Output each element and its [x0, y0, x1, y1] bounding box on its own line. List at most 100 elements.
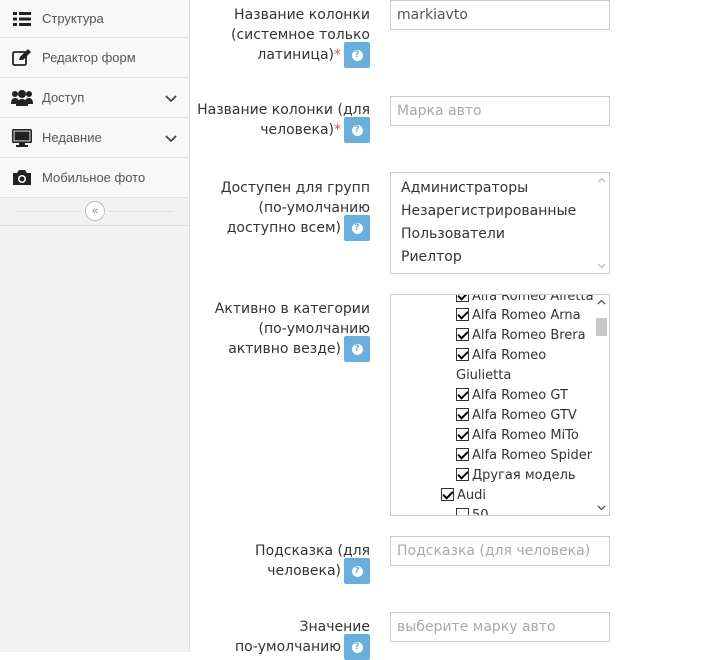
- chevron-down-icon[interactable]: [165, 132, 177, 144]
- scrollbar[interactable]: [594, 173, 609, 273]
- category-label: Alfa Romeo MiTo: [472, 428, 579, 443]
- help-button[interactable]: ?: [344, 336, 370, 362]
- chevron-down-icon[interactable]: [165, 92, 177, 104]
- help-button[interactable]: ?: [344, 634, 370, 660]
- monitor-icon: [11, 128, 33, 148]
- groups-label: Доступен для групп (по-умолчанию доступн…: [221, 178, 370, 241]
- category-item[interactable]: Alfa Romeo: [456, 347, 546, 365]
- checkbox[interactable]: [456, 388, 469, 401]
- group-option[interactable]: Незарегистрированные: [401, 203, 576, 219]
- sidebar-item-label: Недавние: [42, 130, 102, 145]
- category-item[interactable]: Alfa Romeo GT: [456, 387, 568, 405]
- default-value-label: Значение по-умолчанию?: [235, 617, 370, 660]
- category-item[interactable]: Alfa Romeo Alfetta: [456, 294, 594, 306]
- checkbox[interactable]: [456, 508, 469, 515]
- sidebar: Структура Редактор форм Доступ Недавние …: [0, 0, 190, 652]
- checkbox[interactable]: [456, 328, 469, 341]
- category-label-wrap: Giulietta: [456, 368, 512, 383]
- scroll-up-icon[interactable]: [597, 298, 606, 307]
- sidebar-item-mobile-photo[interactable]: Мобильное фото: [0, 158, 189, 198]
- checkbox[interactable]: [456, 468, 469, 481]
- category-item[interactable]: 50: [456, 507, 489, 516]
- default-value-input[interactable]: [390, 612, 610, 642]
- label-line: по-умолчанию: [234, 639, 341, 655]
- question-icon: ?: [351, 49, 363, 61]
- system-name-label: Название колонки (системное только латин…: [231, 5, 370, 68]
- sidebar-item-structure[interactable]: Структура: [0, 0, 189, 38]
- scrollbar[interactable]: [594, 295, 609, 515]
- help-button[interactable]: ?: [344, 42, 370, 68]
- category-item[interactable]: Alfa Romeo Spider: [456, 447, 592, 465]
- category-item[interactable]: Audi: [441, 487, 486, 505]
- label-line: человека): [267, 563, 341, 579]
- label-line: латиница): [257, 47, 334, 63]
- sidebar-collapse-button[interactable]: «: [85, 201, 105, 221]
- sidebar-item-label: Структура: [42, 11, 104, 26]
- scroll-down-icon[interactable]: [597, 261, 606, 270]
- label-line: человека): [260, 122, 334, 138]
- human-name-label: Название колонки (для человека)*?: [197, 100, 370, 143]
- required-mark: *: [334, 47, 341, 63]
- system-name-input[interactable]: [390, 0, 610, 30]
- human-name-input[interactable]: [390, 96, 610, 126]
- category-label: Alfa Romeo Spider: [472, 448, 593, 463]
- hint-label: Подсказка (для человека)?: [255, 541, 370, 584]
- hint-input[interactable]: [390, 536, 610, 566]
- category-item[interactable]: Alfa Romeo MiTo: [456, 427, 579, 445]
- category-label: Alfa Romeo Arna: [472, 308, 581, 323]
- group-option[interactable]: Риелтор: [401, 249, 462, 265]
- group-option[interactable]: Пользователи: [401, 226, 505, 242]
- category-item[interactable]: Alfa Romeo Brera: [456, 327, 586, 345]
- label-line: доступно всем): [226, 220, 341, 236]
- category-item[interactable]: Другая модель: [456, 467, 576, 485]
- sidebar-item-form-editor[interactable]: Редактор форм: [0, 38, 189, 78]
- question-icon: ?: [351, 641, 363, 653]
- checkbox[interactable]: [441, 488, 454, 501]
- divider: [16, 211, 82, 212]
- checkbox[interactable]: [456, 428, 469, 441]
- category-label: Alfa Romeo GT: [472, 388, 568, 403]
- question-icon: ?: [351, 565, 363, 577]
- list-icon: [11, 9, 33, 29]
- category-label: Другая модель: [472, 468, 576, 483]
- sidebar-item-label: Доступ: [42, 90, 85, 105]
- checkbox[interactable]: [456, 308, 469, 321]
- categories-label: Активно в категории (по-умолчанию активн…: [215, 299, 370, 362]
- checkbox[interactable]: [456, 408, 469, 421]
- sidebar-item-access[interactable]: Доступ: [0, 78, 189, 118]
- question-icon: ?: [351, 124, 363, 136]
- category-label: 50: [472, 508, 489, 516]
- checkbox[interactable]: [456, 348, 469, 361]
- label-line: Название колонки: [234, 7, 370, 23]
- category-label: Alfa Romeo GTV: [472, 408, 577, 423]
- users-icon: [11, 88, 33, 108]
- required-mark: *: [334, 122, 341, 138]
- scrollbar-thumb[interactable]: [596, 318, 607, 336]
- categories-tree[interactable]: Alfa Romeo Alfetta Alfa Romeo Arna Alfa …: [390, 294, 610, 516]
- category-label: Alfa Romeo: [472, 348, 547, 363]
- scroll-up-icon[interactable]: [597, 176, 606, 185]
- checkbox[interactable]: [456, 295, 469, 302]
- category-item[interactable]: Alfa Romeo GTV: [456, 407, 577, 425]
- double-chevron-left-icon: «: [91, 205, 99, 217]
- sidebar-collapse-row: «: [0, 198, 189, 226]
- sidebar-item-label: Мобильное фото: [42, 170, 146, 185]
- category-label: Audi: [457, 488, 486, 503]
- category-label: Alfa Romeo Alfetta: [472, 294, 594, 304]
- help-button[interactable]: ?: [344, 117, 370, 143]
- category-item[interactable]: Alfa Romeo Arna: [456, 307, 581, 325]
- camera-icon: [11, 168, 33, 188]
- groups-multiselect[interactable]: Администраторы Незарегистрированные Поль…: [390, 172, 610, 274]
- help-button[interactable]: ?: [344, 215, 370, 241]
- label-line: Доступен для групп: [220, 180, 370, 196]
- group-option[interactable]: Администраторы: [401, 180, 528, 196]
- label-line: активно везде): [228, 341, 341, 357]
- category-label: Alfa Romeo Brera: [472, 328, 586, 343]
- sidebar-item-label: Редактор форм: [42, 50, 136, 65]
- edit-icon: [11, 48, 33, 68]
- help-button[interactable]: ?: [344, 558, 370, 584]
- checkbox[interactable]: [456, 448, 469, 461]
- sidebar-item-recent[interactable]: Недавние: [0, 118, 189, 158]
- label-line: Активно в категории: [214, 301, 370, 317]
- scroll-down-icon[interactable]: [597, 503, 606, 512]
